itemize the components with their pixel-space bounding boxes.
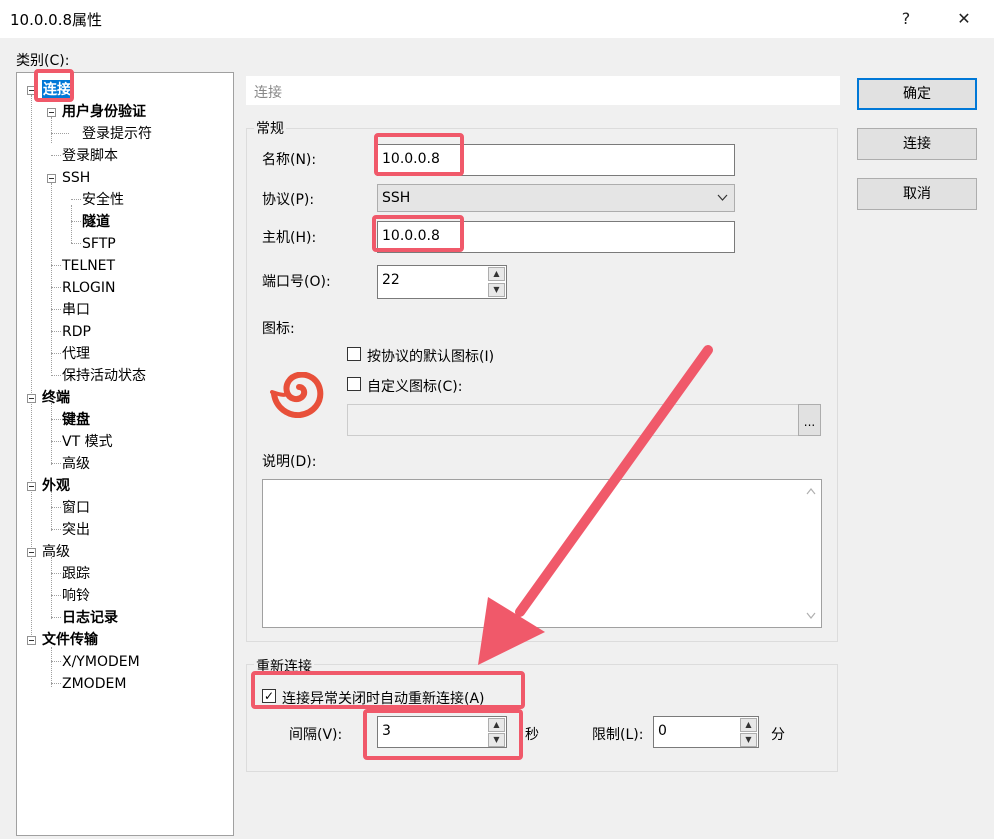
chevron-down-icon [717,194,728,201]
tree-item-ssh[interactable]: SSH [62,168,90,188]
tree-item-login-scripts[interactable]: 登录脚本 [62,146,118,166]
port-input[interactable]: 22 ▲ ▼ [377,265,507,299]
description-label: 说明(D): [262,454,317,470]
limit-unit: 分 [771,727,785,743]
tree-item-auth[interactable]: 用户身份验证 [62,102,146,122]
protocol-select-value: SSH [382,190,411,206]
tree-item-serial[interactable]: 串口 [62,300,90,320]
scroll-up-icon[interactable] [806,488,816,495]
tree-item-sftp[interactable]: SFTP [82,234,116,254]
tree-item-security[interactable]: 安全性 [82,190,124,210]
name-label: 名称(N): [262,152,317,168]
collapse-icon[interactable] [47,174,56,183]
ssh-protocol-icon [270,372,324,418]
scroll-down-icon[interactable] [806,612,816,619]
tree-item-zmodem[interactable]: ZMODEM [62,674,126,694]
tree-item-bell[interactable]: 响铃 [62,586,90,606]
annotation-highlight [363,709,523,760]
tree-item-terminal-advanced[interactable]: 高级 [62,454,90,474]
interval-label: 间隔(V): [289,727,343,743]
tree-item-logging[interactable]: 日志记录 [62,608,118,628]
default-icon-checkbox[interactable] [347,347,361,361]
tree-item-trace[interactable]: 跟踪 [62,564,90,584]
limit-down-arrow-icon[interactable]: ▼ [740,733,757,747]
interval-unit: 秒 [525,727,539,743]
tree-item-proxy[interactable]: 代理 [62,344,90,364]
title-bar: 10.0.0.8属性 ? ✕ [0,0,994,38]
custom-icon-path-input [347,404,821,436]
collapse-icon[interactable] [27,636,36,645]
tree-item-login-prompts[interactable]: 登录提示符 [82,124,152,144]
annotation-highlight [372,215,464,252]
host-label: 主机(H): [262,230,317,246]
tree-item-advanced[interactable]: 高级 [42,542,70,562]
tree-item-xymodem[interactable]: X/YMODEM [62,652,140,672]
icon-label: 图标: [262,321,295,337]
default-icon-label: 按协议的默认图标(I) [367,349,495,365]
category-label: 类别(C): [16,53,70,69]
annotation-highlight [251,671,525,709]
cancel-button[interactable]: 取消 [857,178,977,210]
tree-item-vt-modes[interactable]: VT 模式 [62,432,113,452]
tree-item-keyboard[interactable]: 键盘 [62,410,90,430]
port-down-arrow-icon[interactable]: ▼ [488,283,505,297]
tree-item-keep-alive[interactable]: 保持活动状态 [62,366,146,386]
collapse-icon[interactable] [27,548,36,557]
tree-item-file-transfer[interactable]: 文件传输 [42,630,98,650]
collapse-icon[interactable] [27,482,36,491]
annotation-highlight [34,69,74,102]
close-button[interactable]: ✕ [940,0,988,38]
protocol-label: 协议(P): [262,192,315,208]
general-group-title: 常规 [254,118,286,138]
annotation-highlight [374,133,464,176]
tree-item-window[interactable]: 窗口 [62,498,90,518]
collapse-icon[interactable] [27,394,36,403]
help-button[interactable]: ? [882,0,930,38]
tree-item-appearance[interactable]: 外观 [42,476,70,496]
connect-button[interactable]: 连接 [857,128,977,160]
tree-item-highlight[interactable]: 突出 [62,520,90,540]
protocol-select[interactable]: SSH [377,184,735,212]
custom-icon-label: 自定义图标(C): [367,379,463,395]
port-value: 22 [382,272,400,288]
section-header: 连接 [246,76,840,105]
window-title: 10.0.0.8属性 [10,11,103,29]
category-tree[interactable]: 连接 用户身份验证 登录提示符 登录脚本 SSH 安全性 隧道 SFTP TEL… [16,72,234,836]
custom-icon-checkbox[interactable] [347,377,361,391]
limit-value: 0 [658,723,667,739]
limit-input[interactable]: 0 ▲ ▼ [653,716,759,748]
tree-item-tunneling[interactable]: 隧道 [82,212,110,232]
browse-button[interactable]: ... [798,404,821,436]
close-icon: ✕ [957,9,971,28]
description-textarea[interactable] [262,479,822,628]
tree-item-telnet[interactable]: TELNET [62,256,115,276]
port-label: 端口号(O): [262,274,331,290]
collapse-icon[interactable] [47,108,56,117]
tree-item-rdp[interactable]: RDP [62,322,91,342]
limit-label: 限制(L): [592,727,644,743]
ok-button[interactable]: 确定 [857,78,977,110]
tree-item-terminal[interactable]: 终端 [42,388,70,408]
limit-up-arrow-icon[interactable]: ▲ [740,718,757,732]
port-up-arrow-icon[interactable]: ▲ [488,267,505,281]
tree-item-rlogin[interactable]: RLOGIN [62,278,116,298]
